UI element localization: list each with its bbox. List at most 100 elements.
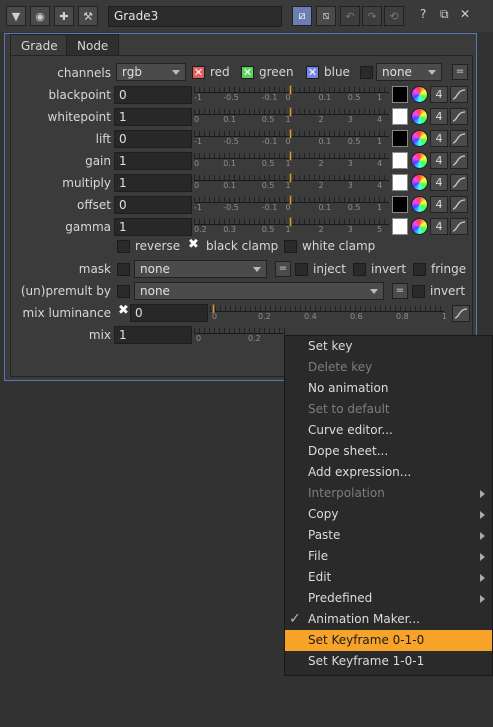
multiply-curve-icon[interactable] [450,174,468,191]
blackpoint-channel-count-button[interactable]: 4 [430,86,448,103]
gamma-field[interactable]: 1 [114,218,192,236]
blackpoint-color-swatch[interactable] [392,86,408,103]
premult-dropdown[interactable]: none [134,282,384,300]
premult-checkbox[interactable] [117,285,130,298]
premult-link-button[interactable]: = [392,283,408,299]
center-node-icon[interactable]: ◉ [30,6,50,26]
gamma-channel-count-button[interactable]: 4 [430,218,448,235]
offset-color-swatch[interactable] [392,196,408,213]
gamma-color-swatch[interactable] [392,218,408,235]
menu-item-predefined[interactable]: Predefined [285,588,492,609]
undo-icon[interactable]: ↶ [340,6,360,26]
menu-item-set-keyframe-0-1-0[interactable]: Set Keyframe 0-1-0 [285,630,492,651]
edit-color-icon[interactable]: ⧄ [292,6,312,26]
lift-color-wheel-icon[interactable] [411,130,428,147]
green-checkbox[interactable]: ✕ [241,66,254,79]
extra-channel-dropdown[interactable]: none [376,63,442,81]
wrench-icon[interactable]: ⚒ [78,6,98,26]
lift-slider[interactable]: -1 -0.5 -0.1 0 0.1 0.5 1 [192,129,391,147]
menu-item-copy[interactable]: Copy [285,504,492,525]
lift-field[interactable]: 0 [114,130,192,148]
menu-item-animation-maker[interactable]: Animation Maker... ✓ [285,609,492,630]
offset-color-wheel-icon[interactable] [411,196,428,213]
offset-curve-icon[interactable] [450,196,468,213]
menu-item-dope-sheet[interactable]: Dope sheet... [285,441,492,462]
whitepoint-color-wheel-icon[interactable] [411,108,428,125]
node-name-field[interactable]: Grade3 [108,6,282,27]
white-clamp-checkbox[interactable] [284,240,297,253]
close-icon[interactable]: ✕ [460,7,470,21]
reverse-checkbox[interactable] [117,240,130,253]
multiply-color-wheel-icon[interactable] [411,174,428,191]
blackpoint-field[interactable]: 0 [114,86,192,104]
slider-knob[interactable] [289,195,292,205]
whitepoint-channel-count-button[interactable]: 4 [430,108,448,125]
blackpoint-color-wheel-icon[interactable] [411,86,428,103]
menu-item-curve-editor[interactable]: Curve editor... [285,420,492,441]
mix-luminance-slider[interactable]: 0 0.2 0.4 0.6 0.8 1 [208,304,447,322]
slider-knob[interactable] [289,151,292,161]
gain-color-wheel-icon[interactable] [411,152,428,169]
slider-knob[interactable] [212,304,215,314]
lift-color-swatch[interactable] [392,130,408,147]
blue-checkbox[interactable]: ✕ [306,66,319,79]
mask-link-button[interactable]: = [275,261,291,277]
slider-knob[interactable] [289,129,292,139]
blackpoint-curve-icon[interactable] [450,86,468,103]
viewer-input-icon[interactable]: ✚ [54,6,74,26]
slider-knob[interactable] [289,107,292,117]
gain-channel-count-button[interactable]: 4 [430,152,448,169]
mix-slider[interactable]: 0 0.2 [192,326,287,344]
red-checkbox[interactable]: ✕ [192,66,205,79]
multiply-field[interactable]: 1 [114,174,192,192]
offset-field[interactable]: 0 [114,196,192,214]
tab-grade[interactable]: Grade [10,34,69,56]
tab-node[interactable]: Node [66,34,120,56]
channels-link-button[interactable]: = [452,64,468,80]
mix-luminance-field[interactable]: 0 [130,304,208,322]
float-icon[interactable]: ⧉ [440,7,449,22]
gain-field[interactable]: 1 [114,152,192,170]
gain-curve-icon[interactable] [450,152,468,169]
lift-curve-icon[interactable] [450,130,468,147]
menu-item-edit[interactable]: Edit [285,567,492,588]
revert-icon[interactable]: ⟲ [384,6,404,26]
blackpoint-slider[interactable]: -1 -0.5 -0.1 0 0.1 0.5 1 [192,85,391,103]
menu-item-add-expression[interactable]: Add expression... [285,462,492,483]
pen-icon[interactable]: ⧅ [316,6,336,26]
mix-luminance-checkbox[interactable]: ✖ [117,304,130,318]
menu-item-paste[interactable]: Paste [285,525,492,546]
gain-color-swatch[interactable] [392,152,408,169]
offset-channel-count-button[interactable]: 4 [430,196,448,213]
whitepoint-field[interactable]: 1 [114,108,192,126]
mask-invert-checkbox[interactable] [353,263,366,276]
menu-item-no-animation[interactable]: No animation [285,378,492,399]
gamma-color-wheel-icon[interactable] [411,218,428,235]
whitepoint-slider[interactable]: 0 0.1 0.5 1 2 3 4 [192,107,391,125]
multiply-color-swatch[interactable] [392,174,408,191]
slider-knob[interactable] [289,85,292,95]
channels-dropdown[interactable]: rgb [116,63,186,81]
gain-slider[interactable]: 0 0.1 0.5 1 2 3 4 [192,151,391,169]
menu-item-file[interactable]: File [285,546,492,567]
gamma-slider[interactable]: 0.2 0.3 0.5 1 2 3 5 [192,217,391,235]
menu-item-set-key[interactable]: Set key [285,336,492,357]
multiply-slider[interactable]: 0 0.1 0.5 1 2 3 4 [192,173,391,191]
gamma-curve-icon[interactable] [450,218,468,235]
multiply-channel-count-button[interactable]: 4 [430,174,448,191]
mask-checkbox[interactable] [117,263,130,276]
lift-channel-count-button[interactable]: 4 [430,130,448,147]
inject-checkbox[interactable] [295,263,308,276]
redo-icon[interactable]: ↷ [362,6,382,26]
slider-knob[interactable] [289,217,292,227]
slider-knob[interactable] [289,173,292,183]
mix-luminance-curve-icon[interactable] [452,305,470,322]
extra-channel-checkbox[interactable] [360,66,373,79]
whitepoint-color-swatch[interactable] [392,108,408,125]
mix-field[interactable]: 1 [114,326,192,344]
whitepoint-curve-icon[interactable] [450,108,468,125]
help-icon[interactable]: ? [420,7,426,21]
collapse-icon[interactable]: ▼ [6,6,26,26]
premult-invert-checkbox[interactable] [412,285,425,298]
black-clamp-checkbox[interactable]: ✖ [187,238,200,252]
